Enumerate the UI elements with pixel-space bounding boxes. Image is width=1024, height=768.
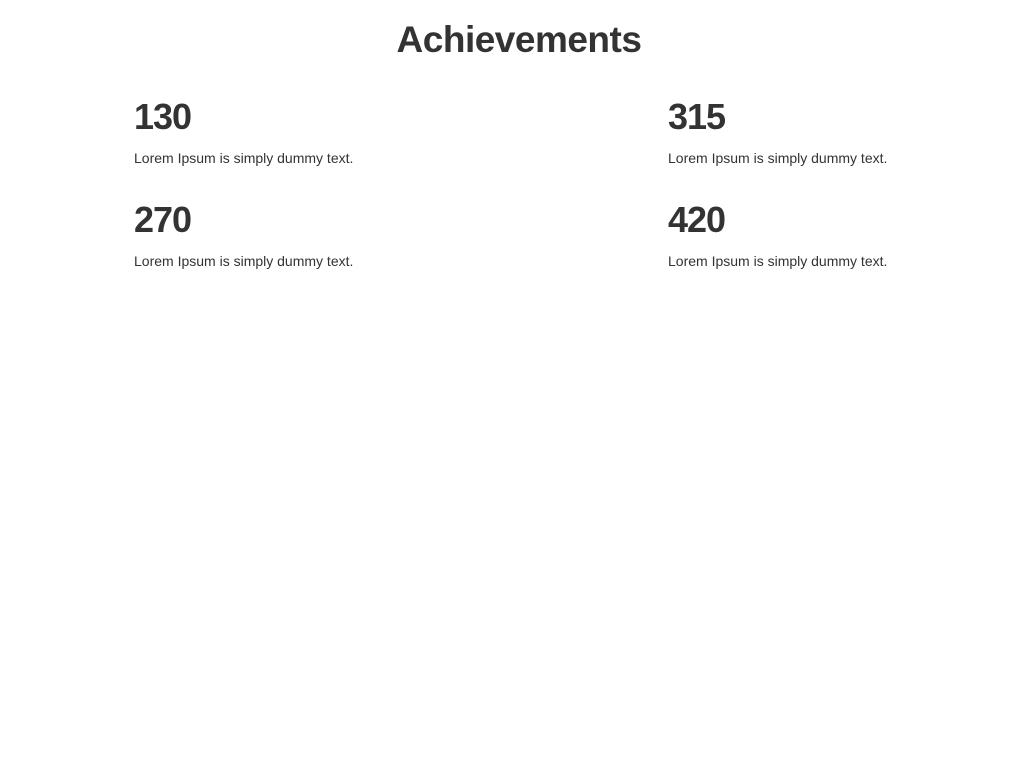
stat-value: 270 (134, 199, 192, 240)
stat-item: 130 Lorem Ipsum is simply dummy text. (134, 97, 454, 167)
stat-value: 130 (134, 96, 192, 137)
stat-value: 420 (668, 199, 726, 240)
section-title: Achievements (396, 19, 642, 60)
stat-item: 315 Lorem Ipsum is simply dummy text. (668, 97, 988, 167)
stat-description: Lorem Ipsum is simply dummy text. (668, 150, 888, 166)
stat-item: 270 Lorem Ipsum is simply dummy text. (134, 200, 454, 270)
stat-value: 315 (668, 96, 726, 137)
stat-description: Lorem Ipsum is simply dummy text. (134, 253, 354, 269)
stat-description: Lorem Ipsum is simply dummy text. (134, 150, 354, 166)
stat-item: 420 Lorem Ipsum is simply dummy text. (668, 200, 988, 270)
achievements-section: Achievements 130 Lorem Ipsum is simply d… (0, 0, 1024, 768)
stat-description: Lorem Ipsum is simply dummy text. (668, 253, 888, 269)
